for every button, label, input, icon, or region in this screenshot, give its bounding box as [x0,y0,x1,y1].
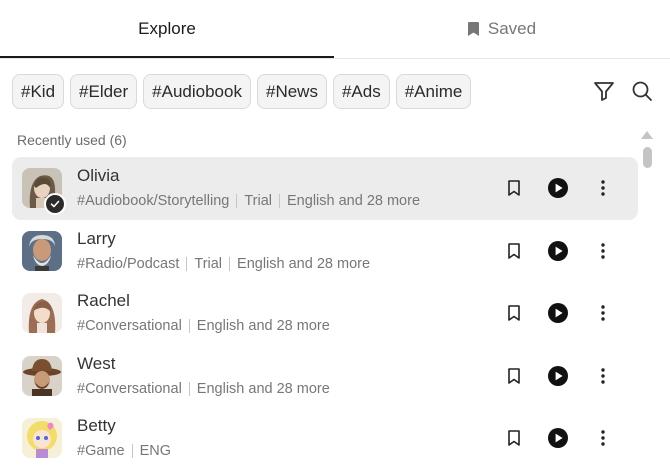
voice-name: West [77,353,116,373]
tag-chips: #Kid #Elder #Audiobook #News #Ads #Anime [12,74,472,109]
voice-name: Betty [77,416,116,435]
voice-tags: #Game ENG [77,443,171,459]
voice-category: #Game [77,443,125,459]
chip-ads[interactable]: #Ads [332,74,390,109]
voice-row-west[interactable]: West #Conversational English and 28 more [12,345,638,408]
play-icon[interactable] [548,178,568,198]
chip-anime[interactable]: #Anime [395,74,472,109]
chip-audiobook[interactable]: #Audiobook [143,74,251,109]
chip-kid[interactable]: #Kid [12,74,65,109]
avatar-betty [22,418,62,458]
play-icon[interactable] [548,303,568,323]
voice-tags: #Conversational English and 28 more [77,318,330,334]
avatar-west [22,355,62,396]
more-vertical-icon[interactable] [593,241,613,261]
more-vertical-icon[interactable] [593,428,613,448]
bookmark-icon [467,22,479,36]
voice-category: #Conversational [77,380,182,397]
bookmark-icon[interactable] [504,428,524,448]
voice-category: #Radio/Podcast [77,255,180,272]
bookmark-icon[interactable] [504,303,524,323]
voice-row-rachel[interactable]: Rachel #Conversational English and 28 mo… [12,282,638,345]
voice-trial-tag: Trial [244,193,273,209]
bookmark-icon[interactable] [504,366,524,386]
divider [186,256,188,271]
voice-tags: #Radio/Podcast Trial English and 28 more [77,256,370,272]
check-icon [44,193,66,215]
tab-explore[interactable]: Explore [0,0,334,58]
voice-tags: #Audiobook/Storytelling Trial English an… [77,193,420,209]
more-vertical-icon[interactable] [593,303,613,323]
divider [236,194,238,208]
divider [188,381,190,396]
filter-icon[interactable] [593,80,615,102]
chip-news[interactable]: #News [256,74,327,109]
search-icon[interactable] [631,80,653,102]
voice-name: Rachel [77,291,130,310]
tab-explore-label: Explore [138,19,196,38]
voice-list: Olivia #Audiobook/Storytelling Trial Eng… [12,157,638,470]
voice-languages: English and 28 more [237,255,371,272]
more-vertical-icon[interactable] [593,178,613,198]
avatar-rachel [22,293,62,333]
more-vertical-icon[interactable] [593,366,613,386]
chip-elder[interactable]: #Elder [70,74,138,109]
scrollbar-thumb[interactable] [643,147,652,168]
play-icon[interactable] [548,240,568,261]
divider [229,256,231,271]
voice-languages: English and 28 more [287,193,421,209]
bookmark-icon[interactable] [504,178,524,198]
tab-saved-label: Saved [487,19,537,38]
voice-trial-tag: Trial [194,255,223,272]
avatar-larry [22,230,62,271]
voice-category: #Audiobook/Storytelling [77,193,230,209]
voice-languages: ENG [139,443,171,459]
divider [131,444,133,458]
divider [188,319,190,333]
voice-name: Olivia [77,166,120,185]
voice-row-olivia[interactable]: Olivia #Audiobook/Storytelling Trial Eng… [12,157,638,220]
voice-languages: English and 28 more [196,318,330,334]
play-icon[interactable] [548,428,568,448]
tab-bar: Explore Saved [0,0,670,59]
voice-name: Larry [77,228,116,248]
tab-saved[interactable]: Saved [334,0,670,58]
voice-row-larry[interactable]: Larry #Radio/Podcast Trial English and 2… [12,220,638,283]
voice-category: #Conversational [77,318,182,334]
divider [279,194,281,208]
scroll-up-arrow-icon[interactable] [640,130,654,140]
voice-row-betty[interactable]: Betty #Game ENG [12,407,638,470]
recently-used-label: Recently used (6) [17,132,127,148]
voice-tags: #Conversational English and 28 more [77,381,330,397]
bookmark-icon[interactable] [504,241,524,261]
voice-languages: English and 28 more [196,380,330,397]
active-tab-indicator [0,56,334,58]
play-icon[interactable] [548,365,568,386]
